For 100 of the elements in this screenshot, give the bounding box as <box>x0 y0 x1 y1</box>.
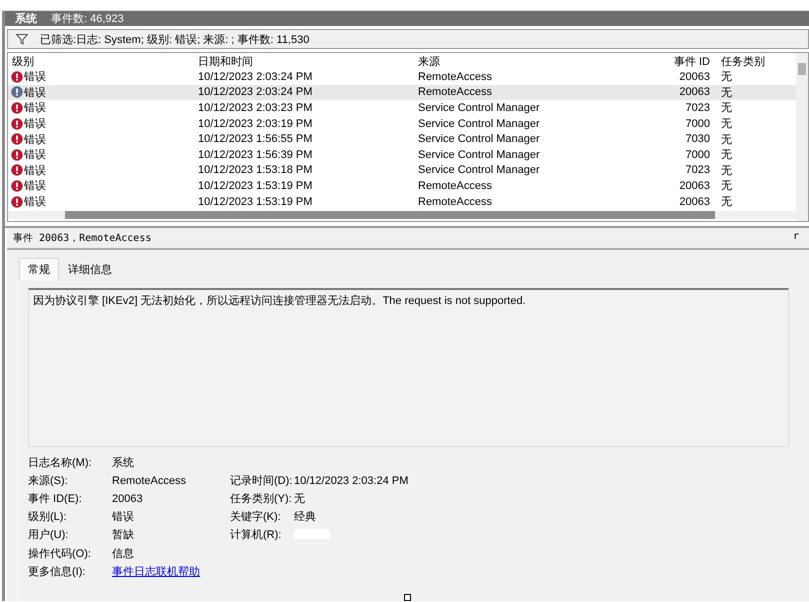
table-cell-text: 20063 <box>678 70 711 83</box>
close-glyph[interactable]: r <box>792 231 799 246</box>
tab[interactable]: 常规 <box>19 258 59 280</box>
table-cell-text: 10/12/2023 1:56:55 PM <box>197 133 314 146</box>
event-row[interactable]: 错误 10/12/2023 1:53:19 PM RemoteAccess 20063 无 <box>8 194 796 210</box>
table-cell-text: 10/12/2023 1:53:19 PM <box>197 196 314 208</box>
event-row[interactable]: 错误 10/12/2023 2:03:24 PM RemoteAccess 20063 无 <box>8 84 796 100</box>
tab[interactable]: 详细信息 <box>59 258 121 280</box>
table-cell-text: 无 <box>720 117 733 132</box>
property-label: 日志名称(M): <box>28 457 93 470</box>
error-icon <box>11 133 23 146</box>
property-value: RemoteAccess <box>112 475 187 488</box>
error-icon <box>11 70 23 83</box>
table-cell-text: 无 <box>720 86 733 100</box>
property-label: 更多信息(I): <box>28 566 86 580</box>
vertical-scrollbar[interactable] <box>796 53 808 222</box>
table-cell-text: 错误 <box>24 86 46 100</box>
property-label: 记录时间(D): <box>230 475 294 488</box>
resize-handle-icon[interactable] <box>404 594 411 601</box>
event-row[interactable]: 错误 10/12/2023 1:56:55 PM Service Control Manager 7030 无 <box>8 131 796 147</box>
property-value: 错误 <box>112 511 135 524</box>
column-header[interactable]: 级别 <box>8 54 194 68</box>
table-cell-text: 错误 <box>24 117 46 132</box>
table-cell-text: Service Control Manager <box>417 133 541 146</box>
table-cell-text: 无 <box>720 164 733 178</box>
table-cell-text: 错误 <box>24 101 46 116</box>
table-cell-text: RemoteAccess <box>417 180 493 192</box>
property-label: 级别(L): <box>28 511 68 524</box>
table-cell-text: 错误 <box>24 179 46 194</box>
property-label: 用户(U): <box>28 529 70 544</box>
property-value: 经典 <box>294 511 317 524</box>
property-label: 计算机(R): <box>230 529 282 544</box>
table-cell-text: 错误 <box>24 132 46 147</box>
event-row[interactable]: 错误 10/12/2023 1:56:39 PM Service Control Manager 7000 无 <box>8 146 796 163</box>
table-cell-text: Service Control Manager <box>417 148 541 161</box>
error-icon <box>11 180 23 192</box>
property-label: 事件 ID(E): <box>28 493 83 506</box>
property-value: 20063 <box>112 493 144 506</box>
table-cell-text: 20063 <box>678 86 711 98</box>
table-cell-text: 7023 <box>684 102 711 114</box>
table-cell-text: 7023 <box>684 164 711 176</box>
table-cell-text: 无 <box>720 132 733 147</box>
table-cell-text: Service Control Manager <box>417 102 541 114</box>
table-cell-text: 20063 <box>678 196 711 208</box>
event-row[interactable]: 错误 10/12/2023 1:53:18 PM Service Control Manager 7023 无 <box>8 162 796 178</box>
table-cell-text: 无 <box>720 70 733 84</box>
event-detail-title: 事件 20063，RemoteAccess <box>13 232 152 246</box>
column-header[interactable]: 日期和时间 <box>194 54 414 68</box>
event-description: 因为协议引擎 [IKEv2] 无法初始化，所以远程访问连接管理器无法启动。The request is not supported. <box>33 295 526 308</box>
log-title: 系统 <box>15 12 37 26</box>
column-header[interactable]: 任务类别 <box>717 54 787 68</box>
error-icon <box>11 86 23 98</box>
table-cell-text: RemoteAccess <box>417 86 493 98</box>
table-cell-text: 10/12/2023 1:53:19 PM <box>197 180 314 192</box>
table-cell-text: 无 <box>720 101 733 116</box>
column-header[interactable]: 来源 <box>414 54 594 68</box>
table-cell-text: 无 <box>720 179 733 194</box>
error-icon <box>11 196 23 208</box>
horizontal-scrollbar[interactable] <box>8 211 796 220</box>
filter-summary: 已筛选:日志: System; 级别: 错误; 来源: ; 事件数: 11,530 <box>40 32 310 46</box>
event-row[interactable]: 错误 10/12/2023 1:53:19 PM RemoteAccess 20063 无 <box>8 178 796 194</box>
table-cell-text: 10/12/2023 2:03:23 PM <box>197 102 314 114</box>
event-row[interactable]: 错误 10/12/2023 2:03:19 PM Service Control Manager 7000 无 <box>8 116 796 132</box>
table-cell-text: 10/12/2023 1:56:39 PM <box>197 148 314 161</box>
filter-icon <box>16 34 28 44</box>
table-cell-text: 7000 <box>684 148 711 161</box>
table-cell-text: 7000 <box>684 118 711 130</box>
error-icon <box>11 148 23 161</box>
event-count: 事件数: 46,923 <box>51 12 124 26</box>
table-cell-text: RemoteAccess <box>417 70 493 83</box>
table-cell-text: 10/12/2023 2:03:24 PM <box>197 86 314 98</box>
help-link[interactable]: 事件日志联机帮助 <box>112 566 200 578</box>
table-cell-text: 无 <box>720 195 733 210</box>
table-cell-text: Service Control Manager <box>417 118 541 130</box>
table-cell-text: 无 <box>720 148 733 162</box>
table-cell-text: RemoteAccess <box>417 196 493 208</box>
table-cell-text: 10/12/2023 1:53:18 PM <box>197 164 314 176</box>
property-value: 系统 <box>112 457 135 470</box>
property-label: 操作代码(O): <box>28 548 92 562</box>
error-icon <box>11 102 23 114</box>
table-cell-text: 7030 <box>684 133 711 146</box>
property-value: 信息 <box>112 548 135 562</box>
property-value: 无 <box>294 493 306 506</box>
event-row[interactable]: 错误 10/12/2023 2:03:23 PM Service Control Manager 7023 无 <box>8 100 796 116</box>
column-header[interactable]: 事件 ID <box>594 54 717 68</box>
table-cell-text: 20063 <box>678 180 711 192</box>
table-cell-text: 10/12/2023 2:03:24 PM <box>197 70 314 83</box>
property-label: 任务类别(Y): <box>230 493 293 506</box>
property-label: 关键字(K): <box>230 511 282 524</box>
property-value: 10/12/2023 2:03:24 PM <box>294 475 410 488</box>
table-cell-text: 错误 <box>24 148 46 162</box>
table-cell-text: 10/12/2023 2:03:19 PM <box>197 118 314 130</box>
table-cell-text: 错误 <box>24 164 46 178</box>
error-icon <box>11 118 23 130</box>
property-label: 来源(S): <box>28 475 69 488</box>
property-value: 暂缺 <box>112 529 135 544</box>
table-cell-text: 错误 <box>24 195 46 210</box>
event-row[interactable]: 错误 10/12/2023 2:03:24 PM RemoteAccess 20063 无 <box>8 69 796 85</box>
error-icon <box>11 164 23 176</box>
table-cell-text: 错误 <box>24 70 46 84</box>
